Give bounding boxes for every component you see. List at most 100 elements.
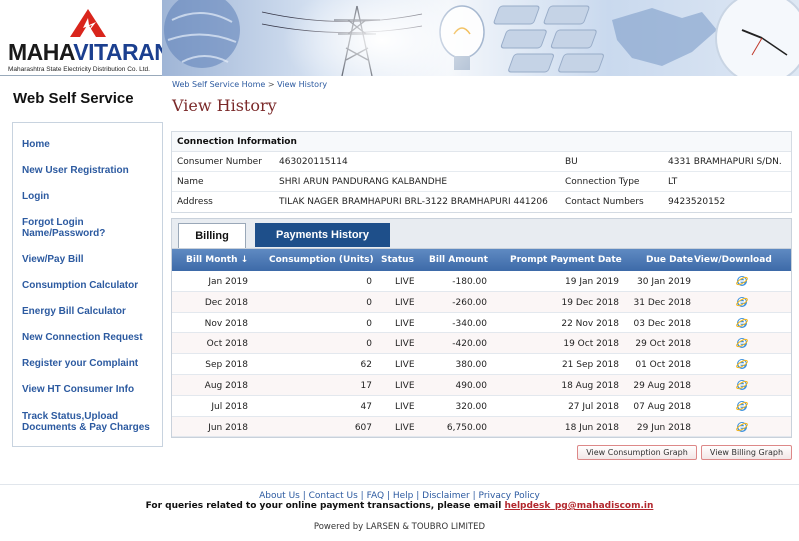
breadcrumb-home-link[interactable]: Web Self Service Home: [172, 80, 265, 89]
consumption-cell: 0: [366, 277, 372, 287]
prompt-date-cell: 19 Dec 2018: [561, 297, 620, 308]
footer-link-privacy[interactable]: Privacy Policy: [479, 491, 540, 501]
sidebar-item-register-complaint[interactable]: Register your Complaint: [22, 358, 160, 369]
breadcrumb: Web Self Service Home > View History: [172, 80, 327, 89]
footer-link-about[interactable]: About Us: [259, 491, 300, 501]
sidebar-item-new-user-registration[interactable]: New User Registration: [22, 165, 160, 176]
bill-amount-cell: -260.00: [452, 297, 487, 308]
footer-links: About Us | Contact Us | FAQ | Help | Dis…: [259, 491, 540, 501]
status-cell: LIVE: [395, 318, 415, 329]
brand-subtitle: Maharashtra State Electricity Distributi…: [8, 66, 150, 73]
status-cell: LIVE: [395, 339, 415, 350]
bill-month-cell: Aug 2018: [204, 380, 248, 391]
sidebar-item-view-pay-bill[interactable]: View/Pay Bill: [22, 254, 160, 265]
footer-link-help[interactable]: Help: [393, 491, 414, 501]
prompt-date-cell: 27 Jul 2018: [568, 401, 619, 412]
sidebar-item-forgot-login[interactable]: Forgot Login Name/Password?: [22, 217, 160, 239]
consumption-cell: 0: [366, 297, 372, 308]
table-row: Sep 2018 62 LIVE 380.00 21 Sep 2018 01 Oct 20…: [172, 354, 791, 375]
bill-amount-cell: 320.00: [455, 401, 488, 412]
due-date-cell: 03 Dec 2018: [633, 318, 692, 329]
connection-type-label: Connection Type: [565, 177, 640, 187]
consumer-number-label: Consumer Number: [177, 157, 262, 167]
powered-by-text: Powered by LARSEN & TOUBRO LIMITED: [313, 522, 486, 532]
helpdesk-email-link[interactable]: helpdesk_pg@mahadiscom.in: [504, 501, 653, 511]
status-cell: LIVE: [395, 422, 415, 433]
sidebar-item-new-connection-request[interactable]: New Connection Request: [22, 332, 160, 343]
tab-payments-history[interactable]: Payments History: [255, 223, 390, 247]
consumption-cell: 0: [366, 318, 372, 329]
billing-table-body: Jan 2019 0 LIVE -180.00 19 Jan 2019 30 Jan 20…: [172, 271, 791, 438]
consumption-cell: 62: [360, 360, 372, 371]
ie-icon[interactable]: [736, 379, 748, 391]
bill-month-cell: Jan 2019: [208, 277, 248, 287]
table-row: Aug 2018 17 LIVE 490.00 18 Aug 2018 29 Aug 20…: [172, 374, 791, 396]
ie-icon[interactable]: [736, 317, 748, 329]
col-prompt-payment-date: Prompt Payment Date: [510, 255, 622, 265]
consumption-cell: 17: [360, 380, 372, 391]
sidebar-item-login[interactable]: Login: [22, 191, 160, 202]
ie-icon[interactable]: [736, 337, 748, 349]
bill-month-cell: Sep 2018: [205, 360, 248, 371]
connection-row: Address TILAK NAGER BRAMHAPURI BRL-3122 …: [172, 192, 791, 212]
sidebar-item-view-ht-consumer-info[interactable]: View HT Consumer Info: [22, 384, 160, 395]
bill-amount-cell: -180.00: [452, 277, 487, 287]
contact-numbers-label: Contact Numbers: [565, 197, 644, 207]
brand-name-b: VITARAN: [73, 39, 171, 65]
ie-icon[interactable]: [736, 400, 748, 412]
lightning-bolt-logo-icon: [70, 9, 106, 37]
prompt-date-cell: 22 Nov 2018: [561, 318, 619, 329]
sidebar-item-home[interactable]: Home: [22, 139, 160, 150]
status-cell: LIVE: [395, 297, 415, 308]
col-status: Status: [381, 255, 414, 265]
address-label: Address: [177, 197, 213, 207]
mahavitaran-logo[interactable]: MAHAVITARAN Maharashtra State Electricit…: [6, 6, 171, 73]
connection-type-value: LT: [668, 177, 678, 187]
footer-link-contact[interactable]: Contact Us: [309, 491, 358, 501]
name-label: Name: [177, 177, 204, 187]
prompt-date-cell: 18 Jun 2018: [564, 422, 619, 433]
view-consumption-graph-button[interactable]: View Consumption Graph: [577, 445, 697, 460]
ie-icon[interactable]: [736, 296, 748, 308]
col-consumption: Consumption (Units): [269, 255, 374, 265]
header-banner-image: [162, 0, 799, 76]
consumption-cell: 607: [354, 422, 372, 433]
sidebar-item-consumption-calculator[interactable]: Consumption Calculator: [22, 280, 160, 291]
ie-icon[interactable]: [736, 358, 748, 370]
bill-amount-cell: 6,750.00: [446, 422, 487, 433]
status-cell: LIVE: [395, 401, 415, 412]
sidebar-item-energy-bill-calculator[interactable]: Energy Bill Calculator: [22, 306, 160, 317]
tab-billing[interactable]: Billing: [178, 223, 246, 249]
bill-amount-cell: 380.00: [455, 360, 488, 371]
footer-link-faq[interactable]: FAQ: [367, 491, 384, 501]
address-value: TILAK NAGER BRAMHAPURI BRL-3122 BRAMHAPU…: [279, 197, 548, 207]
col-bill-amount: Bill Amount: [429, 255, 488, 265]
site-header: MAHAVITARAN Maharashtra State Electricit…: [0, 0, 799, 76]
table-row: Dec 2018 0 LIVE -260.00 19 Dec 2018 31 Dec 20…: [172, 291, 791, 313]
contact-numbers-value: 9423520152: [668, 197, 726, 207]
table-row: Jul 2018 47 LIVE 320.00 27 Jul 2018 07 Aug 20…: [172, 396, 791, 417]
view-billing-graph-button[interactable]: View Billing Graph: [701, 445, 792, 460]
bill-month-cell: Oct 2018: [206, 339, 248, 350]
status-cell: LIVE: [395, 277, 415, 287]
bill-amount-cell: -420.00: [452, 339, 487, 350]
consumption-cell: 0: [366, 339, 372, 350]
footer-link-disclaimer[interactable]: Disclaimer: [422, 491, 470, 501]
ie-icon[interactable]: [736, 275, 748, 287]
col-due-date: Due Date: [646, 255, 694, 265]
footer: About Us | Contact Us | FAQ | Help | Dis…: [0, 484, 799, 541]
sidebar-item-track-status[interactable]: Track Status,Upload Documents & Pay Char…: [22, 411, 160, 433]
status-cell: LIVE: [395, 360, 415, 371]
prompt-date-cell: 18 Aug 2018: [561, 380, 619, 391]
due-date-cell: 29 Jun 2018: [636, 422, 691, 433]
connection-row: Name SHRI ARUN PANDURANG KALBANDHE Conne…: [172, 172, 791, 192]
col-bill-month[interactable]: Bill Month ↓: [186, 255, 248, 265]
web-self-service-title: Web Self Service: [13, 90, 134, 107]
table-row: Jun 2018 607 LIVE 6,750.00 18 Jun 2018 29 Jun…: [172, 416, 791, 438]
table-row: Jan 2019 0 LIVE -180.00 19 Jan 2019 30 Jan 20…: [172, 271, 791, 292]
status-cell: LIVE: [395, 380, 415, 391]
bu-value: 4331 BRAMHAPURI S/DN.: [668, 157, 782, 167]
bill-month-cell: Dec 2018: [204, 297, 248, 308]
table-row: Oct 2018 0 LIVE -420.00 19 Oct 2018 29 Oct 20…: [172, 333, 791, 355]
ie-icon[interactable]: [736, 421, 748, 433]
